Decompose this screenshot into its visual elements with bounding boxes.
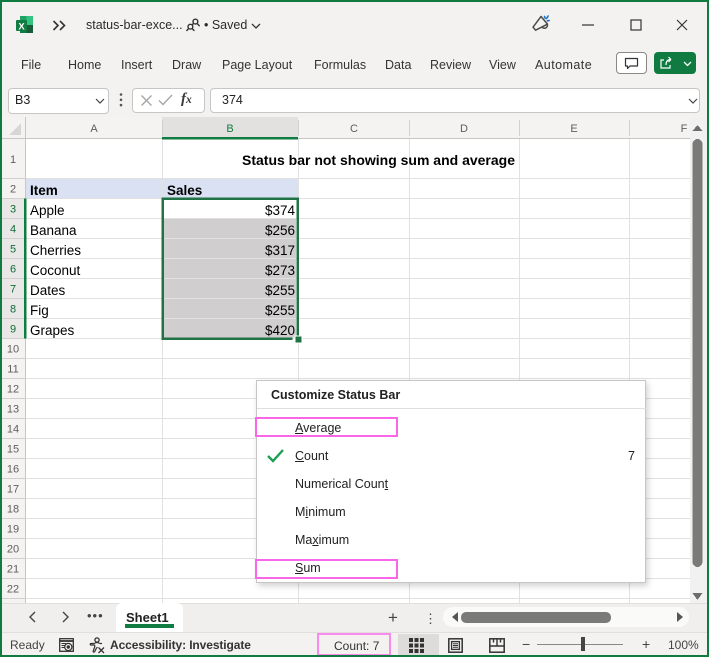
svg-text:1: 1	[10, 154, 16, 166]
svg-text:Grapes: Grapes	[30, 323, 75, 338]
svg-text:$374: $374	[265, 203, 296, 218]
svg-text:Coconut: Coconut	[30, 263, 81, 278]
svg-text:3: 3	[10, 204, 16, 216]
svg-text:2: 2	[10, 184, 16, 196]
svg-text:$255: $255	[265, 303, 295, 318]
svg-text:A: A	[90, 123, 98, 135]
svg-text:8: 8	[10, 304, 16, 316]
svg-text:Status bar not showing sum and: Status bar not showing sum and average	[242, 153, 515, 168]
svg-text:18: 18	[7, 504, 19, 516]
svg-text:Banana: Banana	[30, 223, 77, 238]
svg-text:12: 12	[7, 384, 19, 396]
svg-text:17: 17	[7, 484, 19, 496]
svg-text:Item: Item	[30, 183, 58, 198]
svg-text:$255: $255	[265, 283, 295, 298]
svg-text:$420: $420	[265, 323, 295, 338]
svg-text:11: 11	[7, 364, 18, 376]
svg-text:7: 7	[10, 284, 16, 296]
svg-text:9: 9	[10, 324, 16, 336]
svg-text:$256: $256	[265, 223, 295, 238]
svg-text:4: 4	[10, 224, 16, 236]
svg-text:21: 21	[7, 564, 19, 576]
svg-text:E: E	[570, 123, 577, 135]
svg-text:16: 16	[7, 464, 19, 476]
svg-text:5: 5	[10, 244, 16, 256]
svg-text:6: 6	[10, 264, 16, 276]
svg-text:B: B	[226, 123, 233, 135]
svg-text:15: 15	[7, 444, 19, 456]
svg-text:Apple: Apple	[30, 203, 65, 218]
svg-text:Fig: Fig	[30, 303, 49, 318]
svg-text:Cherries: Cherries	[30, 243, 81, 258]
svg-text:19: 19	[7, 524, 19, 536]
svg-text:F: F	[681, 123, 688, 135]
svg-text:22: 22	[7, 584, 19, 596]
svg-text:C: C	[350, 123, 358, 135]
svg-text:13: 13	[7, 404, 19, 416]
svg-text:$273: $273	[265, 263, 295, 278]
svg-text:$317: $317	[265, 243, 295, 258]
svg-text:Dates: Dates	[30, 283, 66, 298]
svg-text:Sales: Sales	[167, 183, 202, 198]
svg-text:X: X	[18, 22, 25, 33]
svg-text:10: 10	[7, 344, 19, 356]
svg-text:14: 14	[7, 424, 19, 436]
svg-text:D: D	[460, 123, 468, 135]
svg-text:20: 20	[7, 544, 19, 556]
